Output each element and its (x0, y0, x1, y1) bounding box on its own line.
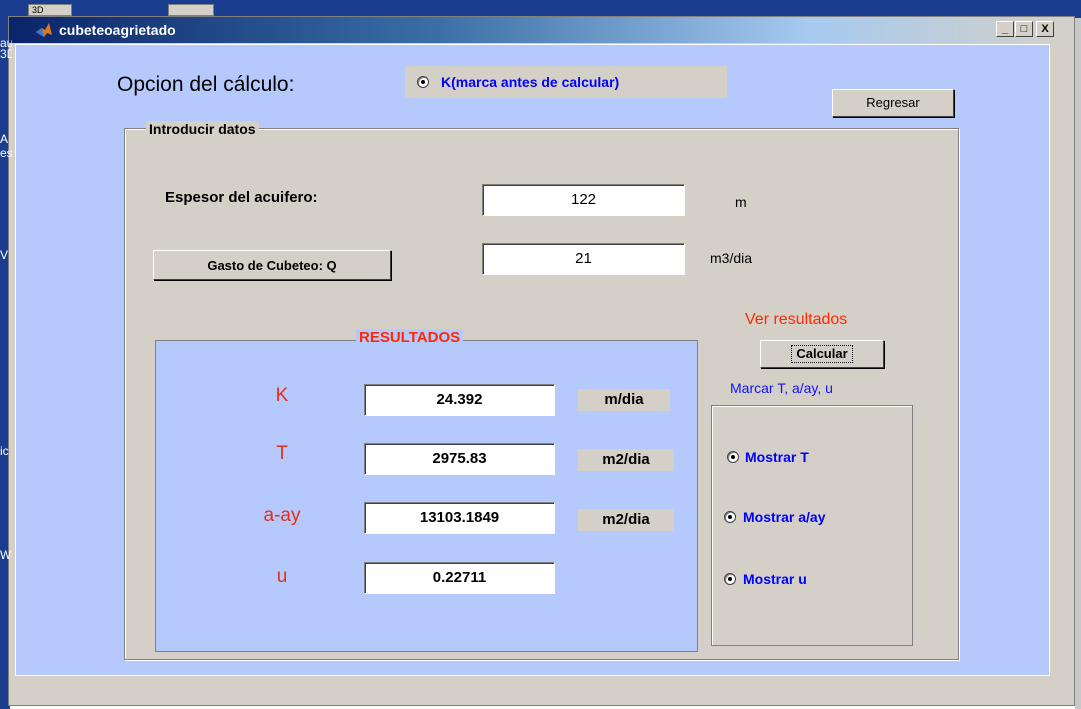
mostrar-t-option[interactable]: Mostrar T (724, 445, 884, 471)
regresar-button[interactable]: Regresar (832, 89, 954, 117)
k-radio-label: K(marca antes de calcular) (441, 74, 620, 90)
result-value-u[interactable]: 0.22711 (364, 562, 555, 594)
title-bar[interactable]: cubeteoagrietado _ □ X (9, 17, 1074, 43)
mostrar-a-ay-option[interactable]: Mostrar a/ay (724, 505, 894, 531)
result-value-k[interactable]: 24.392 (364, 384, 555, 416)
result-label-k: K (275, 385, 289, 406)
result-value-a-ay[interactable]: 13103.1849 (364, 502, 555, 534)
espesor-input[interactable]: 122 (482, 184, 685, 216)
gasto-unit: m3/dia (710, 250, 753, 266)
result-unit-k: m/dia (578, 389, 670, 411)
result-value-t[interactable]: 2975.83 (364, 443, 555, 475)
matlab-icon (36, 23, 52, 37)
ver-resultados-label: Ver resultados (745, 311, 848, 328)
result-label-u: u (276, 566, 288, 587)
calcular-button[interactable]: Calcular (760, 340, 884, 368)
result-unit-t: m2/dia (578, 449, 674, 471)
k-radio-option[interactable]: K(marca antes de calcular) (405, 66, 727, 98)
background-left-texts: au 3D A es V ic W (0, 0, 12, 709)
maximize-button[interactable]: □ (1015, 21, 1033, 37)
marcar-label: Marcar T, a/ay, u (730, 380, 833, 396)
radio-dot-icon (728, 515, 732, 519)
close-button[interactable]: X (1036, 21, 1054, 37)
option-label: Opcion del cálculo: (117, 73, 295, 96)
mostrar-u-label: Mostrar u (743, 571, 807, 587)
bg-text-ic: ic (0, 444, 9, 458)
bg-text-a: A (0, 132, 9, 146)
bg-text-w: W (0, 548, 12, 562)
desktop-right-strip (1075, 18, 1081, 709)
result-label-a-ay: a-ay (263, 505, 301, 526)
espesor-label: Espesor del acuifero: (165, 189, 318, 206)
window-title: cubeteoagrietado (59, 22, 176, 38)
mostrar-t-radio[interactable] (727, 451, 739, 463)
results-title: RESULTADOS (356, 329, 464, 346)
gasto-input[interactable]: 21 (482, 243, 685, 275)
espesor-unit: m (735, 194, 747, 210)
radio-dot-icon (728, 577, 732, 581)
radio-dot-icon (731, 455, 735, 459)
mostrar-a-ay-radio[interactable] (724, 511, 736, 523)
radio-dot-icon (421, 80, 425, 84)
input-data-group-title: Introducir datos (146, 121, 259, 137)
bg-text-3d: 3D (0, 47, 12, 61)
mostrar-u-option[interactable]: Mostrar u (724, 567, 884, 593)
minimize-button[interactable]: _ (996, 21, 1014, 37)
bg-text-v: V (0, 248, 9, 262)
result-label-t: T (276, 443, 288, 464)
calcular-button-label: Calcular (791, 345, 853, 363)
background-tab-3d[interactable]: 3D (28, 4, 72, 16)
background-tab-2[interactable] (168, 4, 214, 16)
result-unit-a-ay: m2/dia (578, 509, 674, 531)
mostrar-t-label: Mostrar T (745, 449, 809, 465)
gasto-cubeteo-button[interactable]: Gasto de Cubeteo: Q (153, 250, 391, 280)
k-radio-button[interactable] (417, 76, 429, 88)
mostrar-u-radio[interactable] (724, 573, 736, 585)
bg-text-es: es (0, 146, 12, 160)
mostrar-a-ay-label: Mostrar a/ay (743, 509, 826, 525)
